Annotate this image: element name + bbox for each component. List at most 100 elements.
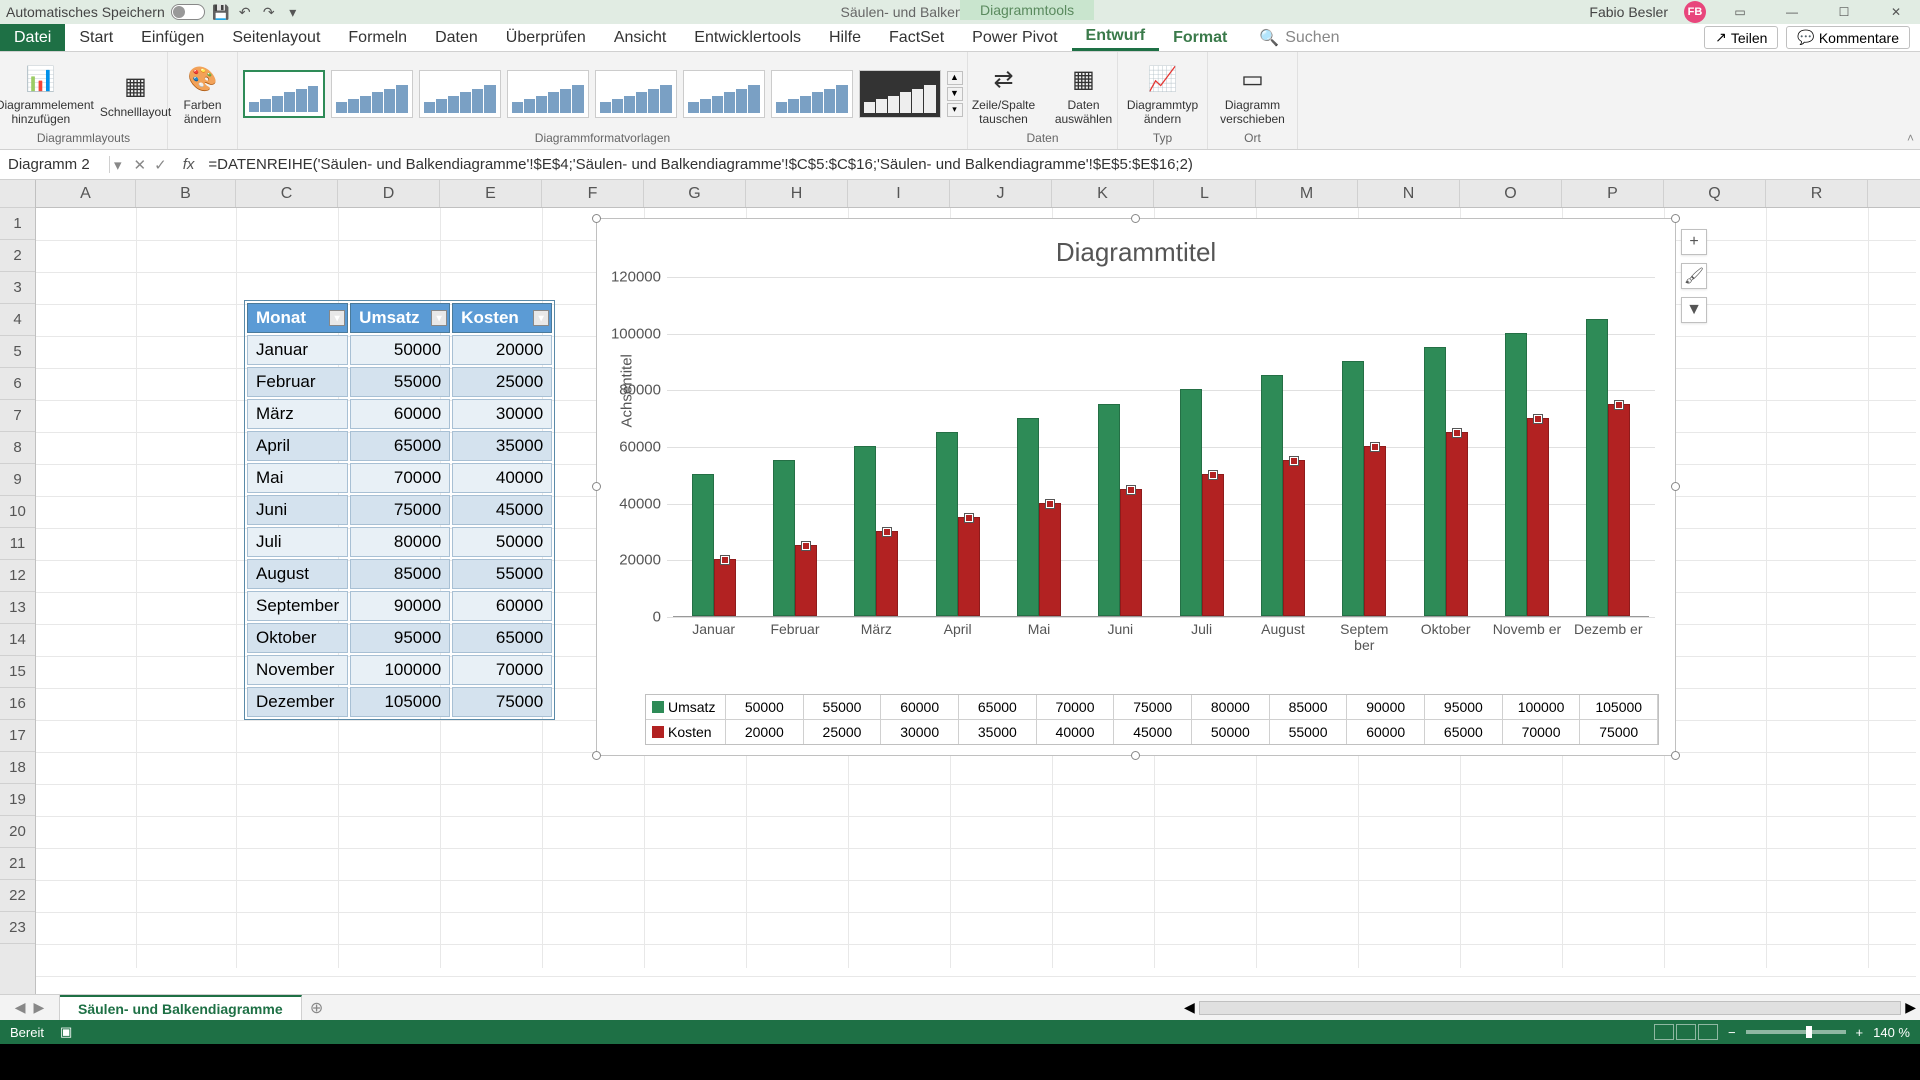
- bar-kosten[interactable]: [1364, 446, 1386, 616]
- table-cell[interactable]: Oktober: [247, 623, 348, 653]
- undo-icon[interactable]: ↶: [237, 4, 253, 20]
- tab-daten[interactable]: Daten: [421, 24, 492, 51]
- bar-umsatz[interactable]: [854, 446, 876, 616]
- table-cell[interactable]: 55000: [350, 367, 450, 397]
- row-header[interactable]: 19: [0, 784, 35, 816]
- maximize-icon[interactable]: ☐: [1826, 2, 1862, 22]
- bar-kosten[interactable]: [958, 517, 980, 616]
- tab-formeln[interactable]: Formeln: [334, 24, 421, 51]
- row-header[interactable]: 15: [0, 656, 35, 688]
- filter-dropdown-icon[interactable]: ▾: [533, 310, 549, 326]
- chart-style-3[interactable]: [419, 70, 501, 118]
- row-header[interactable]: 14: [0, 624, 35, 656]
- filter-dropdown-icon[interactable]: ▾: [431, 310, 447, 326]
- col-header[interactable]: A: [36, 180, 136, 207]
- chart-data-table[interactable]: Umsatz5000055000600006500070000750008000…: [645, 694, 1659, 745]
- bar-kosten[interactable]: [1039, 503, 1061, 616]
- table-cell[interactable]: 55000: [452, 559, 552, 589]
- table-cell[interactable]: Mai: [247, 463, 348, 493]
- col-header[interactable]: D: [338, 180, 440, 207]
- table-cell[interactable]: 90000: [350, 591, 450, 621]
- table-cell[interactable]: 35000: [452, 431, 552, 461]
- filter-dropdown-icon[interactable]: ▾: [329, 310, 345, 326]
- row-header[interactable]: 16: [0, 688, 35, 720]
- col-header[interactable]: H: [746, 180, 848, 207]
- chart-style-6[interactable]: [683, 70, 765, 118]
- row-header[interactable]: 21: [0, 848, 35, 880]
- ribbon-options-icon[interactable]: ▭: [1722, 2, 1758, 22]
- row-header[interactable]: 6: [0, 368, 35, 400]
- row-header[interactable]: 13: [0, 592, 35, 624]
- bar-umsatz[interactable]: [1180, 389, 1202, 616]
- table-cell[interactable]: 65000: [350, 431, 450, 461]
- macro-record-icon[interactable]: ▣: [60, 1024, 72, 1040]
- save-icon[interactable]: 💾: [213, 4, 229, 20]
- row-headers[interactable]: 1234567891011121314151617181920212223: [0, 180, 36, 994]
- tab-entwurf[interactable]: Entwurf: [1072, 24, 1160, 51]
- tab-datei[interactable]: Datei: [0, 24, 65, 51]
- bar-umsatz[interactable]: [1505, 333, 1527, 616]
- switch-icon[interactable]: [171, 4, 205, 20]
- tab-überprüfen[interactable]: Überprüfen: [492, 24, 600, 51]
- table-cell[interactable]: 20000: [452, 335, 552, 365]
- table-cell[interactable]: August: [247, 559, 348, 589]
- add-sheet-icon[interactable]: ⊕: [302, 995, 332, 1020]
- share-button[interactable]: ↗ Teilen: [1704, 26, 1778, 49]
- row-header[interactable]: 7: [0, 400, 35, 432]
- row-header[interactable]: 18: [0, 752, 35, 784]
- bar-umsatz[interactable]: [1098, 404, 1120, 617]
- chart-filters-icon[interactable]: ▼: [1681, 297, 1707, 323]
- zoom-in-icon[interactable]: +: [1856, 1025, 1864, 1040]
- row-header[interactable]: 8: [0, 432, 35, 464]
- col-header[interactable]: P: [1562, 180, 1664, 207]
- gallery-up-icon[interactable]: ▲: [947, 71, 963, 85]
- col-header[interactable]: Q: [1664, 180, 1766, 207]
- row-header[interactable]: 5: [0, 336, 35, 368]
- data-table[interactable]: Monat▾Umsatz▾Kosten▾ Januar5000020000Feb…: [244, 300, 555, 720]
- zoom-level[interactable]: 140 %: [1873, 1025, 1910, 1040]
- row-header[interactable]: 2: [0, 240, 35, 272]
- table-cell[interactable]: Dezember: [247, 687, 348, 717]
- add-chart-element-button[interactable]: 📊 Diagrammelement hinzufügen: [0, 60, 90, 128]
- zoom-slider[interactable]: [1746, 1030, 1846, 1034]
- bar-kosten[interactable]: [1202, 474, 1224, 616]
- row-header[interactable]: 10: [0, 496, 35, 528]
- legend-entry[interactable]: Umsatz: [646, 695, 726, 719]
- sheet-nav[interactable]: ◀▶: [0, 995, 60, 1020]
- bar-umsatz[interactable]: [1342, 361, 1364, 616]
- column-headers[interactable]: ABCDEFGHIJKLMNOPQR: [36, 180, 1920, 208]
- gallery-down-icon[interactable]: ▼: [947, 87, 963, 101]
- table-cell[interactable]: 45000: [452, 495, 552, 525]
- move-chart-button[interactable]: ▭ Diagramm verschieben: [1212, 60, 1294, 128]
- table-cell[interactable]: 50000: [350, 335, 450, 365]
- chart-style-1[interactable]: [243, 70, 325, 118]
- bar-kosten[interactable]: [1527, 418, 1549, 616]
- chart-style-7[interactable]: [771, 70, 853, 118]
- row-header[interactable]: 11: [0, 528, 35, 560]
- bar-kosten[interactable]: [876, 531, 898, 616]
- tab-start[interactable]: Start: [65, 24, 127, 51]
- change-chart-type-button[interactable]: 📈 Diagrammtyp ändern: [1118, 60, 1208, 128]
- table-cell[interactable]: 95000: [350, 623, 450, 653]
- table-cell[interactable]: 25000: [452, 367, 552, 397]
- comments-button[interactable]: 💬 Kommentare: [1786, 26, 1910, 49]
- table-cell[interactable]: 70000: [350, 463, 450, 493]
- col-header[interactable]: I: [848, 180, 950, 207]
- view-buttons[interactable]: [1654, 1024, 1718, 1040]
- name-box[interactable]: Diagramm 2: [0, 156, 110, 173]
- table-cell[interactable]: Juli: [247, 527, 348, 557]
- table-cell[interactable]: Februar: [247, 367, 348, 397]
- accept-formula-icon[interactable]: ✓: [154, 156, 167, 174]
- col-header[interactable]: R: [1766, 180, 1868, 207]
- chart-style-5[interactable]: [595, 70, 677, 118]
- minimize-icon[interactable]: —: [1774, 2, 1810, 22]
- table-cell[interactable]: 60000: [350, 399, 450, 429]
- table-cell[interactable]: 85000: [350, 559, 450, 589]
- sheet-tab-active[interactable]: Säulen- und Balkendiagramme: [60, 995, 302, 1020]
- collapse-ribbon-icon[interactable]: ˄: [1907, 131, 1914, 145]
- table-cell[interactable]: 50000: [452, 527, 552, 557]
- user-avatar[interactable]: FB: [1684, 1, 1706, 23]
- select-data-button[interactable]: ▦ Daten auswählen: [1048, 60, 1120, 128]
- bar-umsatz[interactable]: [692, 474, 714, 616]
- col-header[interactable]: B: [136, 180, 236, 207]
